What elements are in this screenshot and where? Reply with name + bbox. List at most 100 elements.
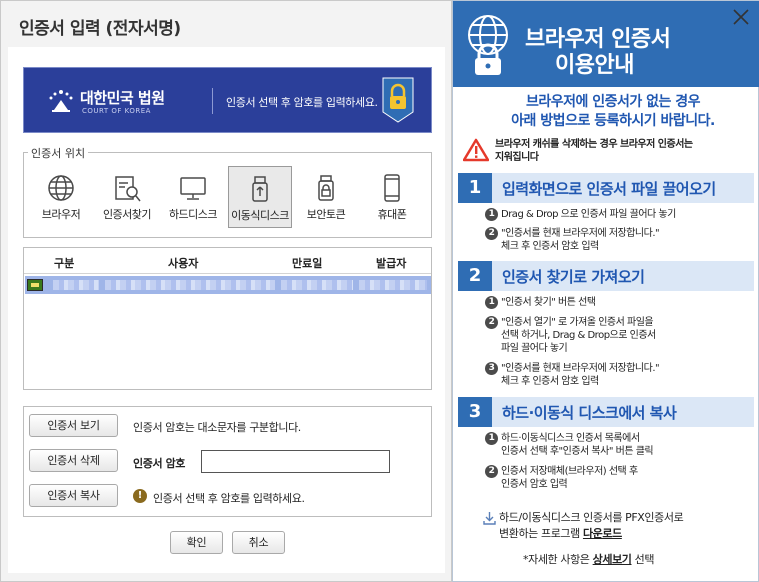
warning-triangle-icon bbox=[463, 138, 489, 162]
detail-text: *자세한 사항은 상세보기 선택 bbox=[523, 551, 654, 567]
guide-title-line2: 이용안내 bbox=[555, 53, 634, 78]
usb-icon bbox=[252, 176, 268, 202]
item-line: 체크 후 인증서 암호 입력 bbox=[501, 241, 599, 252]
redacted-issuer bbox=[359, 280, 427, 290]
item-line: 체크 후 인증서 암호 입력 bbox=[501, 376, 599, 387]
cert-location-legend: 인증서 위치 bbox=[28, 145, 89, 161]
column-issuer: 발급자 bbox=[376, 257, 407, 270]
location-label: 인증서찾기 bbox=[102, 208, 152, 221]
item-number: 3 bbox=[485, 362, 498, 375]
intro-line: 브라우저에 인증서가 없는 경우 bbox=[525, 94, 701, 110]
item-number: 1 bbox=[485, 296, 498, 309]
table-row[interactable] bbox=[25, 276, 431, 294]
location-phone[interactable]: 휴대폰 bbox=[360, 166, 424, 228]
download-prefix: 변환하는 프로그램 bbox=[499, 527, 583, 540]
step-3-item-1: 1 하드·이동식디스크 인증서 목록에서 인증서 선택 후"인증서 복사" 버튼… bbox=[485, 432, 654, 458]
ok-button[interactable]: 확인 bbox=[170, 531, 223, 554]
location-cert-search[interactable]: 인증서찾기 bbox=[95, 166, 159, 228]
cert-search-icon bbox=[115, 176, 141, 202]
download-link[interactable]: 다운로드 bbox=[583, 527, 622, 540]
location-label: 브라우저 bbox=[41, 208, 81, 221]
court-english-name: COURT OF KOREA bbox=[82, 107, 151, 115]
item-line: 인증서 선택 후"인증서 복사" 버튼 클릭 bbox=[501, 446, 654, 457]
column-type: 구분 bbox=[54, 257, 75, 270]
step-number: 2 bbox=[458, 261, 492, 291]
security-token-icon bbox=[318, 175, 334, 201]
item-line: "인증서 찾기" 버튼 선택 bbox=[501, 297, 596, 308]
item-line: 선택 하거나, Drag & Drop으로 인증서 bbox=[501, 330, 656, 341]
location-label: 이동식디스크 bbox=[231, 209, 289, 222]
step-1-item-2: 2 "인증서를 현재 브라우저에 저장합니다." 체크 후 인증서 암호 입력 bbox=[485, 227, 660, 253]
password-label: 인증서 암호 bbox=[133, 457, 186, 470]
step-number: 1 bbox=[458, 173, 492, 203]
password-hint: 인증서 선택 후 암호를 입력하세요. bbox=[153, 492, 305, 505]
redacted-type bbox=[53, 280, 99, 290]
location-label: 보안토큰 bbox=[306, 208, 346, 221]
item-line: Drag & Drop 으로 인증서 파일 끌어다 놓기 bbox=[501, 209, 676, 220]
detail-link[interactable]: 상세보기 bbox=[593, 553, 632, 566]
step-number: 3 bbox=[458, 397, 492, 427]
delete-cert-button[interactable]: 인증서 삭제 bbox=[29, 449, 118, 472]
guide-header: 브라우저 인증서 이용안내 bbox=[453, 1, 759, 87]
location-removable-disk[interactable]: 이동식디스크 bbox=[228, 166, 292, 228]
item-line: "인증서 열기" 로 가져올 인증서 파일을 bbox=[501, 317, 654, 328]
certificate-list-header: 구분 사용자 만료일 발급자 bbox=[24, 248, 431, 274]
step-title: 인증서 찾기로 가져오기 bbox=[502, 268, 645, 286]
lock-shield-icon bbox=[382, 77, 414, 123]
location-label: 휴대폰 bbox=[377, 208, 407, 221]
item-number: 1 bbox=[485, 432, 498, 445]
location-security-token[interactable]: 보안토큰 bbox=[294, 166, 358, 228]
phone-icon bbox=[384, 174, 400, 202]
cancel-button[interactable]: 취소 bbox=[232, 531, 285, 554]
step-title: 입력화면으로 인증서 파일 끌어오기 bbox=[502, 180, 716, 198]
caution-line: 지워집니다 bbox=[495, 152, 539, 163]
password-input[interactable] bbox=[201, 450, 390, 473]
court-banner: 대한민국 법원 COURT OF KOREA 인증서 선택 후 암호를 입력하세… bbox=[23, 67, 432, 133]
court-seal-icon bbox=[49, 90, 73, 112]
intro-line: 아래 방법으로 등록하시기 바랍니다. bbox=[511, 113, 715, 129]
item-line: "인증서를 현재 브라우저에 저장합니다." bbox=[501, 228, 660, 239]
step-2-item-3: 3 "인증서를 현재 브라우저에 저장합니다." 체크 후 인증서 암호 입력 bbox=[485, 362, 660, 388]
pfx-download-text: 하드/이동식디스크 인증서를 PFX인증서로 변환하는 프로그램 다운로드 bbox=[483, 510, 753, 542]
item-line: 인증서 암호 입력 bbox=[501, 479, 568, 490]
item-number: 2 bbox=[485, 465, 498, 478]
warning-icon: ! bbox=[133, 489, 147, 503]
column-expiry: 만료일 bbox=[292, 257, 323, 270]
certificate-list[interactable]: 구분 사용자 만료일 발급자 bbox=[23, 247, 432, 390]
close-icon[interactable] bbox=[731, 7, 751, 27]
case-sensitive-note: 인증서 암호는 대소문자를 구분합니다. bbox=[133, 421, 301, 434]
step-2-item-1: 1 "인증서 찾기" 버튼 선택 bbox=[485, 296, 596, 309]
redacted-user bbox=[105, 280, 275, 290]
item-line: 파일 끌어다 놓기 bbox=[501, 343, 568, 354]
globe-lock-icon bbox=[468, 15, 508, 75]
step-3-item-2: 2 인증서 저장매체(브라우저) 선택 후 인증서 암호 입력 bbox=[485, 465, 638, 491]
step-2-item-2: 2 "인증서 열기" 로 가져올 인증서 파일을 선택 하거나, Drag & … bbox=[485, 316, 656, 355]
dialog-title: 인증서 입력 (전자서명) bbox=[19, 19, 181, 39]
caution-text: 브라우저 캐쉬를 삭제하는 경우 브라우저 인증서는 지워집니다 bbox=[495, 138, 693, 164]
banner-message: 인증서 선택 후 암호를 입력하세요. bbox=[226, 96, 378, 109]
item-number: 2 bbox=[485, 316, 498, 329]
step-3-header: 3 하드·이동식 디스크에서 복사 bbox=[458, 397, 754, 427]
copy-cert-button[interactable]: 인증서 복사 bbox=[29, 484, 118, 507]
court-name: 대한민국 법원 bbox=[80, 89, 165, 107]
item-line: 인증서 저장매체(브라우저) 선택 후 bbox=[501, 466, 638, 477]
item-line: "인증서를 현재 브라우저에 저장합니다." bbox=[501, 363, 660, 374]
location-browser[interactable]: 브라우저 bbox=[29, 166, 93, 228]
detail-suffix: 선택 bbox=[631, 553, 655, 566]
monitor-icon bbox=[180, 177, 206, 200]
item-number: 1 bbox=[485, 208, 498, 221]
location-hard-disk[interactable]: 하드디스크 bbox=[161, 166, 225, 228]
caution-line: 브라우저 캐쉬를 삭제하는 경우 브라우저 인증서는 bbox=[495, 139, 693, 150]
globe-icon bbox=[48, 175, 74, 201]
column-user: 사용자 bbox=[168, 257, 199, 270]
browser-cert-guide-panel: 브라우저 인증서 이용안내 브라우저에 인증서가 없는 경우 아래 방법으로 등… bbox=[452, 0, 759, 582]
step-2-header: 2 인증서 찾기로 가져오기 bbox=[458, 261, 754, 291]
cache-caution: 브라우저 캐쉬를 삭제하는 경우 브라우저 인증서는 지워집니다 bbox=[463, 138, 753, 168]
view-cert-button[interactable]: 인증서 보기 bbox=[29, 414, 118, 437]
step-title: 하드·이동식 디스크에서 복사 bbox=[502, 404, 677, 422]
step-1-item-1: 1 Drag & Drop 으로 인증서 파일 끌어다 놓기 bbox=[485, 208, 676, 221]
item-number: 2 bbox=[485, 227, 498, 240]
download-line: 변환하는 프로그램 다운로드 bbox=[499, 526, 753, 542]
item-line: 하드·이동식디스크 인증서 목록에서 bbox=[501, 433, 640, 444]
download-line: 하드/이동식디스크 인증서를 PFX인증서로 bbox=[499, 511, 684, 524]
